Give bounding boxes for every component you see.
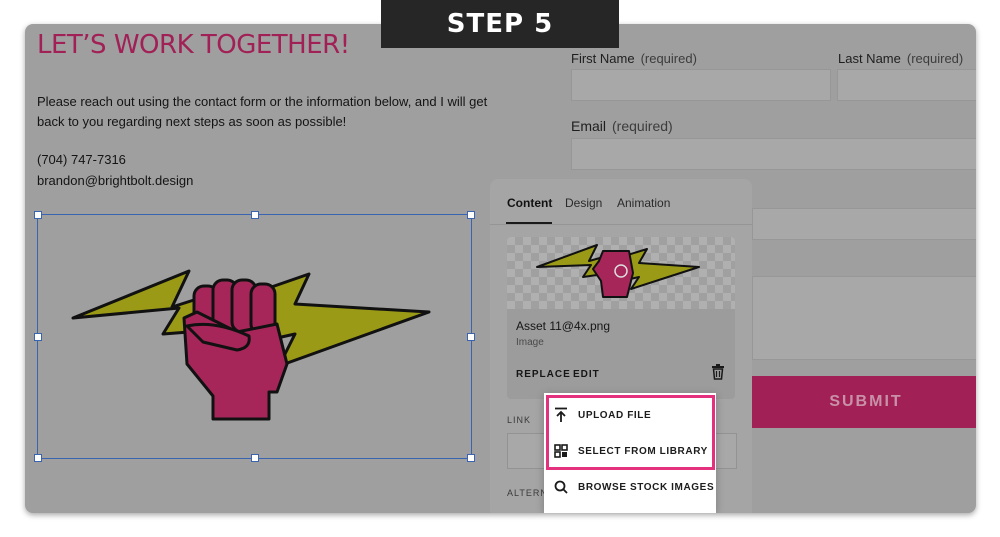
email-address: brandon@brightbolt.design bbox=[37, 173, 194, 188]
submit-button[interactable]: SUBMIT bbox=[746, 376, 976, 428]
image-asset-card: Asset 11@4x.png Image REPLACE EDIT bbox=[507, 237, 735, 399]
phone-number: (704) 747-7316 bbox=[37, 152, 126, 167]
link-label: LINK bbox=[507, 415, 532, 425]
replace-button[interactable]: REPLACE bbox=[516, 369, 571, 380]
asset-filename: Asset 11@4x.png bbox=[516, 319, 611, 333]
resize-handle-tl[interactable] bbox=[34, 211, 42, 219]
tab-animation[interactable]: Animation bbox=[617, 196, 670, 210]
resize-handle-tr[interactable] bbox=[467, 211, 475, 219]
resize-handle-bl[interactable] bbox=[34, 454, 42, 462]
form-field[interactable] bbox=[752, 208, 976, 240]
message-field[interactable] bbox=[752, 276, 976, 360]
first-name-label: First Name (required) bbox=[571, 51, 697, 66]
email-field[interactable] bbox=[571, 138, 976, 170]
image-selection-frame[interactable] bbox=[34, 211, 475, 462]
resize-handle-t[interactable] bbox=[251, 211, 259, 219]
resize-handle-b[interactable] bbox=[251, 454, 259, 462]
resize-handle-l[interactable] bbox=[34, 333, 42, 341]
trash-icon[interactable] bbox=[711, 364, 725, 380]
asset-type: Image bbox=[516, 337, 544, 348]
last-name-label: Last Name (required) bbox=[838, 51, 964, 66]
email-label: Email (required) bbox=[571, 118, 673, 134]
menu-item-label: BROWSE STOCK IMAGES bbox=[578, 481, 715, 493]
resize-handle-r[interactable] bbox=[467, 333, 475, 341]
tabs-divider bbox=[490, 224, 752, 225]
edit-button[interactable]: EDIT bbox=[573, 369, 600, 380]
alt-text-label: ALTERN bbox=[507, 488, 548, 498]
callout-highlight bbox=[546, 395, 715, 470]
editor-screen: LET’S WORK TOGETHER! Please reach out us… bbox=[25, 24, 976, 513]
intro-text: Please reach out using the contact form … bbox=[37, 94, 488, 129]
resize-handle-br[interactable] bbox=[467, 454, 475, 462]
image-thumbnail[interactable] bbox=[507, 237, 735, 309]
tab-content[interactable]: Content bbox=[507, 196, 552, 210]
thumbnail-logo bbox=[536, 244, 700, 298]
first-name-field[interactable] bbox=[571, 69, 831, 101]
step-banner: STEP 5 bbox=[381, 0, 619, 48]
last-name-field[interactable] bbox=[837, 69, 976, 101]
search-icon bbox=[544, 480, 578, 494]
page-title: LET’S WORK TOGETHER! bbox=[37, 30, 350, 60]
tab-design[interactable]: Design bbox=[565, 196, 602, 210]
menu-item-browse-stock-images[interactable]: BROWSE STOCK IMAGES bbox=[544, 469, 716, 505]
